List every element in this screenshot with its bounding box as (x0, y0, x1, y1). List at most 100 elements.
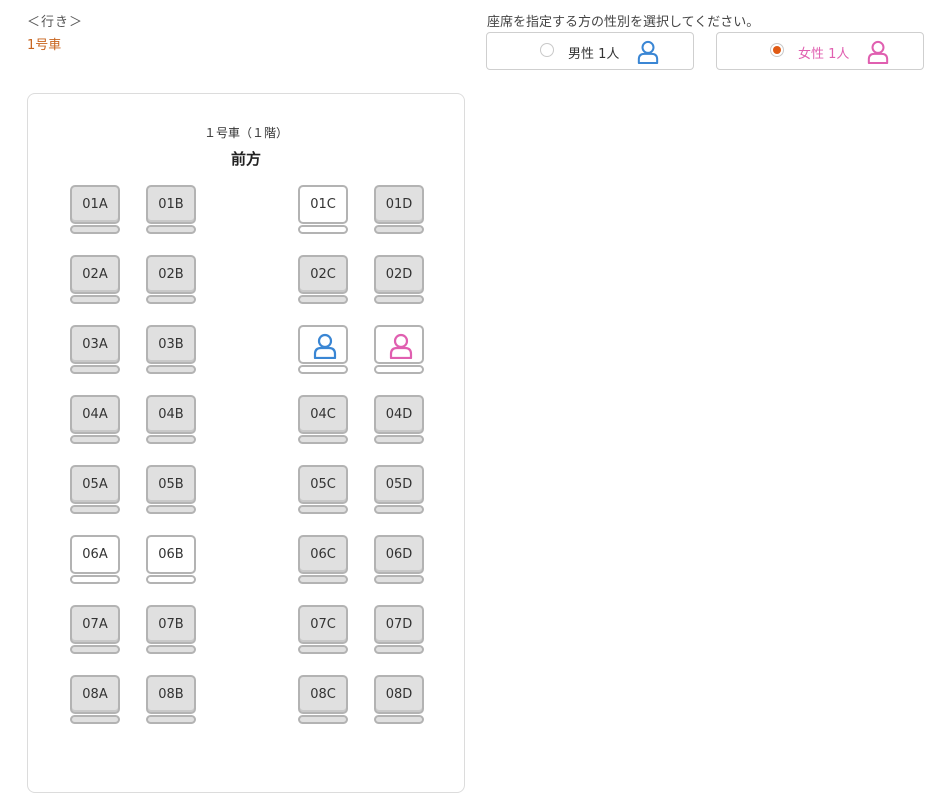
gender-option-male[interactable]: 男性 1人 (486, 32, 694, 70)
seat-cushion (146, 715, 196, 724)
seat-08D[interactable]: 08D (374, 675, 424, 727)
seat-cushion (146, 365, 196, 374)
seat-03C[interactable] (298, 325, 348, 377)
seat-cushion (70, 645, 120, 654)
seat-back: 01C (298, 185, 348, 224)
seat-cushion (146, 645, 196, 654)
seat-cushion (374, 435, 424, 444)
seat-04A[interactable]: 04A (70, 395, 120, 447)
seat-02C[interactable]: 02C (298, 255, 348, 307)
seat-07D[interactable]: 07D (374, 605, 424, 657)
seat-02A[interactable]: 02A (70, 255, 120, 307)
seat-back: 05B (146, 465, 196, 504)
seat-back: 02B (146, 255, 196, 294)
seat-07C[interactable]: 07C (298, 605, 348, 657)
gender-option-female[interactable]: 女性 1人 (716, 32, 924, 70)
seat-cushion (374, 505, 424, 514)
seat-back: 08B (146, 675, 196, 714)
seat-08C[interactable]: 08C (298, 675, 348, 727)
seat-back: 01D (374, 185, 424, 224)
seat-back: 02A (70, 255, 120, 294)
seat-01D[interactable]: 01D (374, 185, 424, 237)
seat-04B[interactable]: 04B (146, 395, 196, 447)
seat-06D[interactable]: 06D (374, 535, 424, 587)
seat-cushion (146, 295, 196, 304)
seat-cushion (146, 435, 196, 444)
seat-cushion (70, 435, 120, 444)
seat-cushion (298, 365, 348, 374)
seat-back: 06B (146, 535, 196, 574)
seat-cushion (374, 225, 424, 234)
seat-04D[interactable]: 04D (374, 395, 424, 447)
seat-back: 06D (374, 535, 424, 574)
seat-back: 04B (146, 395, 196, 434)
seat-back: 08C (298, 675, 348, 714)
seat-07A[interactable]: 07A (70, 605, 120, 657)
seat-cushion (70, 295, 120, 304)
seat-cushion (374, 715, 424, 724)
person-icon (313, 333, 337, 360)
seat-cushion (298, 505, 348, 514)
seat-01B[interactable]: 01B (146, 185, 196, 237)
seat-back: 07A (70, 605, 120, 644)
seat-05A[interactable]: 05A (70, 465, 120, 517)
seat-04C[interactable]: 04C (298, 395, 348, 447)
car-number-link[interactable]: 1号車 (27, 34, 61, 53)
female-radio[interactable] (770, 43, 784, 57)
seat-cushion (298, 645, 348, 654)
seat-back: 07C (298, 605, 348, 644)
seat-back: 04A (70, 395, 120, 434)
person-icon (867, 40, 889, 65)
seat-03B[interactable]: 03B (146, 325, 196, 377)
seat-cushion (298, 295, 348, 304)
seat-back: 05C (298, 465, 348, 504)
male-radio[interactable] (540, 43, 554, 57)
seat-03A[interactable]: 03A (70, 325, 120, 377)
seat-back (298, 325, 348, 364)
seat-cushion (298, 575, 348, 584)
car-title: １号車（１階） (203, 126, 288, 140)
seat-back: 05D (374, 465, 424, 504)
seat-back: 07D (374, 605, 424, 644)
seat-cushion (70, 575, 120, 584)
seat-05B[interactable]: 05B (146, 465, 196, 517)
seat-01C[interactable]: 01C (298, 185, 348, 237)
seat-05C[interactable]: 05C (298, 465, 348, 517)
direction-label: ＜行き＞ (27, 15, 84, 30)
seat-cushion (146, 225, 196, 234)
seat-cushion (374, 365, 424, 374)
seat-cushion (374, 645, 424, 654)
seat-back: 04C (298, 395, 348, 434)
seat-cushion (146, 505, 196, 514)
seat-05D[interactable]: 05D (374, 465, 424, 517)
seat-08B[interactable]: 08B (146, 675, 196, 727)
front-label: 前方 (230, 150, 261, 168)
seat-cushion (374, 575, 424, 584)
seat-back (374, 325, 424, 364)
seat-03D[interactable] (374, 325, 424, 377)
person-icon (389, 333, 413, 360)
seat-cushion (70, 365, 120, 374)
gender-option-label: 男性 1人 (568, 47, 620, 62)
seat-06B[interactable]: 06B (146, 535, 196, 587)
seat-01A[interactable]: 01A (70, 185, 120, 237)
seat-back: 01A (70, 185, 120, 224)
seat-07B[interactable]: 07B (146, 605, 196, 657)
seat-02B[interactable]: 02B (146, 255, 196, 307)
seat-back: 08A (70, 675, 120, 714)
seat-back: 01B (146, 185, 196, 224)
seat-cushion (146, 575, 196, 584)
seat-back: 08D (374, 675, 424, 714)
seat-02D[interactable]: 02D (374, 255, 424, 307)
seat-08A[interactable]: 08A (70, 675, 120, 727)
seat-back: 02C (298, 255, 348, 294)
seat-back: 06A (70, 535, 120, 574)
seat-cushion (374, 295, 424, 304)
seat-06C[interactable]: 06C (298, 535, 348, 587)
seat-back: 02D (374, 255, 424, 294)
seat-back: 04D (374, 395, 424, 434)
seat-back: 07B (146, 605, 196, 644)
gender-option-label: 女性 1人 (798, 47, 850, 62)
seat-06A[interactable]: 06A (70, 535, 120, 587)
seat-cushion (70, 715, 120, 724)
